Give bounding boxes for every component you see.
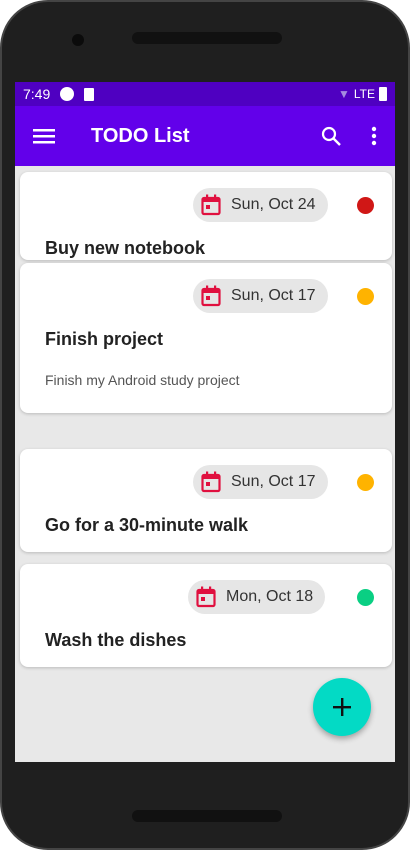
page-title: TODO List <box>91 124 190 147</box>
wifi-icon: ▼ <box>337 87 350 101</box>
status-time: 7:49 <box>23 86 51 102</box>
calendar-icon <box>201 285 221 307</box>
due-date-chip[interactable]: Sun, Oct 17 <box>193 279 328 313</box>
calendar-icon <box>201 194 221 216</box>
priority-indicator <box>357 474 374 491</box>
menu-icon[interactable] <box>33 128 55 144</box>
priority-indicator <box>357 197 374 214</box>
sd-card-icon <box>84 87 95 101</box>
more-options-icon[interactable] <box>371 126 377 146</box>
todo-card[interactable]: Sun, Oct 17 Finish project Finish my And… <box>20 263 392 413</box>
priority-indicator <box>357 589 374 606</box>
due-date: Sun, Oct 17 <box>231 287 316 304</box>
todo-card[interactable]: Sun, Oct 24 Buy new notebook <box>20 172 392 260</box>
todo-title: Finish project <box>45 329 164 349</box>
app-notification-icon <box>60 87 75 101</box>
calendar-icon <box>201 471 221 493</box>
status-bar: 7:49 ▼ LTE <box>15 82 395 106</box>
due-date-chip[interactable]: Sun, Oct 24 <box>193 188 328 222</box>
todo-card[interactable]: Sun, Oct 17 Go for a 30-minute walk <box>20 449 392 552</box>
search-icon[interactable] <box>321 126 341 146</box>
camera <box>72 34 84 46</box>
due-date-chip[interactable]: Sun, Oct 17 <box>193 465 328 499</box>
priority-indicator <box>357 288 374 305</box>
due-date: Sun, Oct 17 <box>231 473 316 490</box>
todo-description: Finish my Android study project <box>45 372 240 388</box>
todo-title: Buy new notebook <box>45 238 206 258</box>
add-todo-button[interactable] <box>313 678 371 736</box>
speaker <box>132 32 282 44</box>
app-bar: TODO List <box>15 106 395 166</box>
screen: 7:49 ▼ LTE TODO List Sun, Oct 24 Buy new… <box>15 82 395 762</box>
due-date-chip[interactable]: Mon, Oct 18 <box>188 580 326 614</box>
todo-card[interactable]: Mon, Oct 18 Wash the dishes <box>20 564 392 667</box>
battery-icon <box>379 87 387 101</box>
plus-icon <box>333 698 351 716</box>
todo-title: Go for a 30-minute walk <box>45 515 249 535</box>
due-date: Mon, Oct 18 <box>226 588 314 605</box>
calendar-icon <box>196 586 216 608</box>
due-date: Sun, Oct 24 <box>231 196 316 213</box>
bottom-speaker <box>132 810 282 822</box>
todo-title: Wash the dishes <box>45 630 187 650</box>
network-type: LTE <box>353 87 375 101</box>
